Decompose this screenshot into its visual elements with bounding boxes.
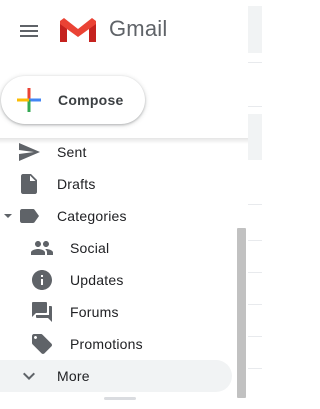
expand-caret-icon[interactable] xyxy=(3,212,13,220)
nav-item-forums[interactable]: Forums xyxy=(0,296,232,328)
nav-label-forums: Forums xyxy=(70,304,119,320)
people-icon xyxy=(31,241,53,255)
adjacent-divider xyxy=(248,204,262,205)
tag-icon xyxy=(32,334,52,354)
nav-item-promotions[interactable]: Promotions xyxy=(0,328,232,360)
header-divider xyxy=(0,62,248,63)
adjacent-divider xyxy=(248,240,262,241)
nav-item-more[interactable]: More xyxy=(0,360,232,392)
nav-label-promotions: Promotions xyxy=(70,336,143,352)
adjacent-divider xyxy=(248,272,262,273)
adjacent-pane-edge xyxy=(248,0,262,409)
send-icon xyxy=(19,143,40,161)
nav-scrollbar[interactable] xyxy=(237,228,246,398)
nav-label-drafts: Drafts xyxy=(57,176,96,192)
adjacent-divider xyxy=(248,304,262,305)
hamburger-menu-icon[interactable] xyxy=(17,19,41,43)
chevron-down-icon xyxy=(23,372,35,380)
draft-file-icon xyxy=(21,174,37,194)
nav-label-updates: Updates xyxy=(70,272,124,288)
gmail-logo[interactable] xyxy=(58,15,98,45)
adjacent-divider xyxy=(248,368,262,369)
multicolor-plus-icon xyxy=(17,88,41,112)
nav-item-drafts[interactable]: Drafts xyxy=(0,168,232,200)
nav-item-social[interactable]: Social xyxy=(0,232,232,264)
compose-label: Compose xyxy=(58,92,124,108)
nav-item-sent[interactable]: Sent xyxy=(0,136,232,168)
adjacent-divider xyxy=(248,336,262,337)
forum-icon xyxy=(32,302,52,322)
nav-item-updates[interactable]: Updates xyxy=(0,264,232,296)
adjacent-divider xyxy=(248,62,262,63)
nav-label-categories: Categories xyxy=(57,208,127,224)
nav-label-more: More xyxy=(57,368,90,384)
adjacent-toolbar-edge xyxy=(248,114,262,160)
compose-button[interactable]: Compose xyxy=(1,76,145,124)
nav-label-social: Social xyxy=(70,240,110,256)
nav-label-sent: Sent xyxy=(57,144,87,160)
label-icon xyxy=(20,209,39,223)
adjacent-search-edge xyxy=(248,6,262,53)
info-icon xyxy=(32,270,52,290)
adjacent-divider xyxy=(248,106,262,107)
app-header: Gmail xyxy=(0,0,262,62)
resize-handle[interactable] xyxy=(104,397,136,400)
nav-item-categories[interactable]: Categories xyxy=(0,200,232,232)
app-brand-name[interactable]: Gmail xyxy=(109,14,167,44)
